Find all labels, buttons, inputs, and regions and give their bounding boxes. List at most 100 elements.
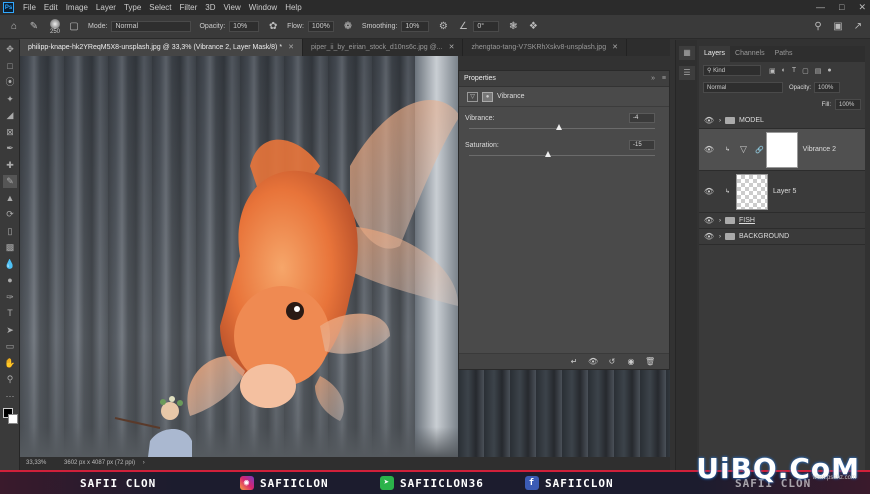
minimize-icon[interactable]: — [816,2,825,13]
panel-menu-icon[interactable]: ≡ [662,71,666,87]
brush-settings-icon[interactable]: ▢ [68,21,80,33]
airbrush-icon[interactable]: ❁ [342,21,354,33]
frame-tool-icon[interactable]: ⊠ [3,126,17,139]
eye-icon[interactable]: 👁 [703,116,715,125]
layer-thumbnail[interactable] [736,173,769,210]
saturation-track[interactable] [469,155,655,156]
share-icon[interactable]: ↗ [852,21,864,33]
collapse-icon[interactable]: » [651,71,655,87]
menu-help[interactable]: Help [281,3,305,12]
layer-row-layer5[interactable]: 👁 ↳ Layer 5 [699,171,865,213]
menu-select[interactable]: Select [145,3,175,12]
smoothing-settings-icon[interactable]: ⚙ [437,21,449,33]
layer-row-background[interactable]: 👁 › BACKGROUND [699,229,865,245]
mode-select[interactable]: Normal [111,21,192,32]
menu-3d[interactable]: 3D [201,3,219,12]
eye-icon[interactable]: 👁 [703,187,715,196]
layer-mask-thumbnail[interactable] [765,131,798,168]
view-previous-state-icon[interactable]: 👁 [588,357,598,366]
chevron-right-icon[interactable]: › [719,218,721,224]
chevron-right-icon[interactable]: › [719,234,721,240]
clone-stamp-tool-icon[interactable]: ▲ [3,192,17,205]
layer-filter-select[interactable]: ⚲ Kind [703,65,761,76]
layer-row-model[interactable]: 👁 › MODEL [699,113,865,129]
tab-close-icon[interactable]: ✕ [612,44,618,51]
zoom-tool-icon[interactable]: ⚲ [3,373,17,386]
filter-shape-icon[interactable]: ▢ [802,67,809,75]
healing-brush-tool-icon[interactable]: ✚ [3,159,17,172]
filter-type-icon[interactable]: T [792,67,796,75]
lasso-tool-icon[interactable]: ⦿ [3,76,17,89]
eye-icon[interactable]: 👁 [703,145,715,154]
document-canvas[interactable] [20,56,458,457]
layer-mask-icon[interactable]: ● [482,91,493,102]
vibrance-thumb[interactable] [556,124,563,130]
fill-input[interactable]: 100% [835,99,861,110]
delete-icon[interactable]: 🗑 [645,357,655,366]
tab-channels[interactable]: Channels [730,46,770,62]
shape-tool-icon[interactable]: ▭ [3,340,17,353]
pressure-size-icon[interactable]: ❃ [507,21,519,33]
vibrance-value-input[interactable]: -4 [629,113,655,123]
chevron-right-icon[interactable]: › [719,118,721,124]
filter-pixel-icon[interactable]: ▣ [769,67,776,75]
brush-tool-icon[interactable]: ✎ [28,21,40,33]
properties-panel-icon[interactable]: ☰ [679,66,695,80]
gradient-tool-icon[interactable]: ▩ [3,241,17,254]
history-brush-tool-icon[interactable]: ⟳ [3,208,17,221]
tab-document-1[interactable]: philipp-knape-hk2YReqM5X8-unsplash.jpg @… [20,39,303,56]
tab-document-3[interactable]: zhengtao-tang-V7SKRhXskv8-unsplash.jpg ✕ [463,39,627,56]
color-swatches[interactable] [0,406,20,428]
smoothing-input[interactable]: 10% [401,21,430,32]
angle-input[interactable]: 0° [473,21,500,32]
maximize-icon[interactable]: □ [839,2,844,13]
crop-tool-icon[interactable]: ◢ [3,109,17,122]
vibrance-adjustment-icon[interactable]: ▽ [467,91,478,102]
blur-tool-icon[interactable]: 💧 [3,258,17,271]
blend-mode-select[interactable]: Normal [703,82,783,93]
tab-paths[interactable]: Paths [770,46,798,62]
brush-size-preset[interactable]: 250 [50,18,60,35]
filter-adjustment-icon[interactable]: ◐ [782,67,786,75]
saturation-value-input[interactable]: -15 [629,140,655,150]
menu-layer[interactable]: Layer [92,3,120,12]
tab-close-icon[interactable]: ✕ [449,44,455,51]
menu-filter[interactable]: Filter [176,3,202,12]
layer-row-fish[interactable]: 👁 › FISH [699,213,865,229]
hand-tool-icon[interactable]: ✋ [3,357,17,370]
visibility-icon[interactable]: ◉ [626,357,636,366]
close-icon[interactable]: ✕ [858,2,866,13]
workspace-icon[interactable]: ▣ [832,21,844,33]
eye-icon[interactable]: 👁 [703,216,715,225]
tab-close-icon[interactable]: ✕ [288,44,294,51]
type-tool-icon[interactable]: T [3,307,17,320]
reset-icon[interactable]: ↺ [607,357,617,366]
menu-image[interactable]: Image [62,3,92,12]
filter-smart-icon[interactable]: ▤ [815,67,822,75]
filter-toggle-icon[interactable]: ● [827,67,831,75]
home-icon[interactable]: ⌂ [8,21,20,33]
menu-type[interactable]: Type [120,3,145,12]
symmetry-icon[interactable]: ❖ [527,21,539,33]
link-icon[interactable]: 🔗 [755,146,764,154]
eyedropper-tool-icon[interactable]: ✒ [3,142,17,155]
tab-document-2[interactable]: piper_ii_by_eirian_stock_d10ns6c.jpg @..… [303,39,464,56]
quick-select-tool-icon[interactable]: ✦ [3,93,17,106]
history-panel-icon[interactable]: ▦ [679,46,695,60]
path-select-tool-icon[interactable]: ➤ [3,324,17,337]
more-tools-icon[interactable]: ⋯ [3,390,17,403]
marquee-tool-icon[interactable]: □ [3,60,17,73]
opacity-input[interactable]: 10% [229,21,260,32]
menu-view[interactable]: View [220,3,245,12]
flow-input[interactable]: 100% [307,21,334,32]
menu-file[interactable]: File [19,3,40,12]
tab-layers[interactable]: Layers [699,46,731,62]
eye-icon[interactable]: 👁 [703,232,715,241]
layer-opacity-input[interactable]: 100% [814,82,841,93]
chevron-right-icon[interactable]: › [143,460,145,466]
eraser-tool-icon[interactable]: ▯ [3,225,17,238]
brush-tool-icon-active[interactable]: ✎ [3,175,17,188]
dodge-tool-icon[interactable]: ● [3,274,17,287]
saturation-thumb[interactable] [544,151,551,157]
pressure-opacity-icon[interactable]: ✿ [267,21,279,33]
